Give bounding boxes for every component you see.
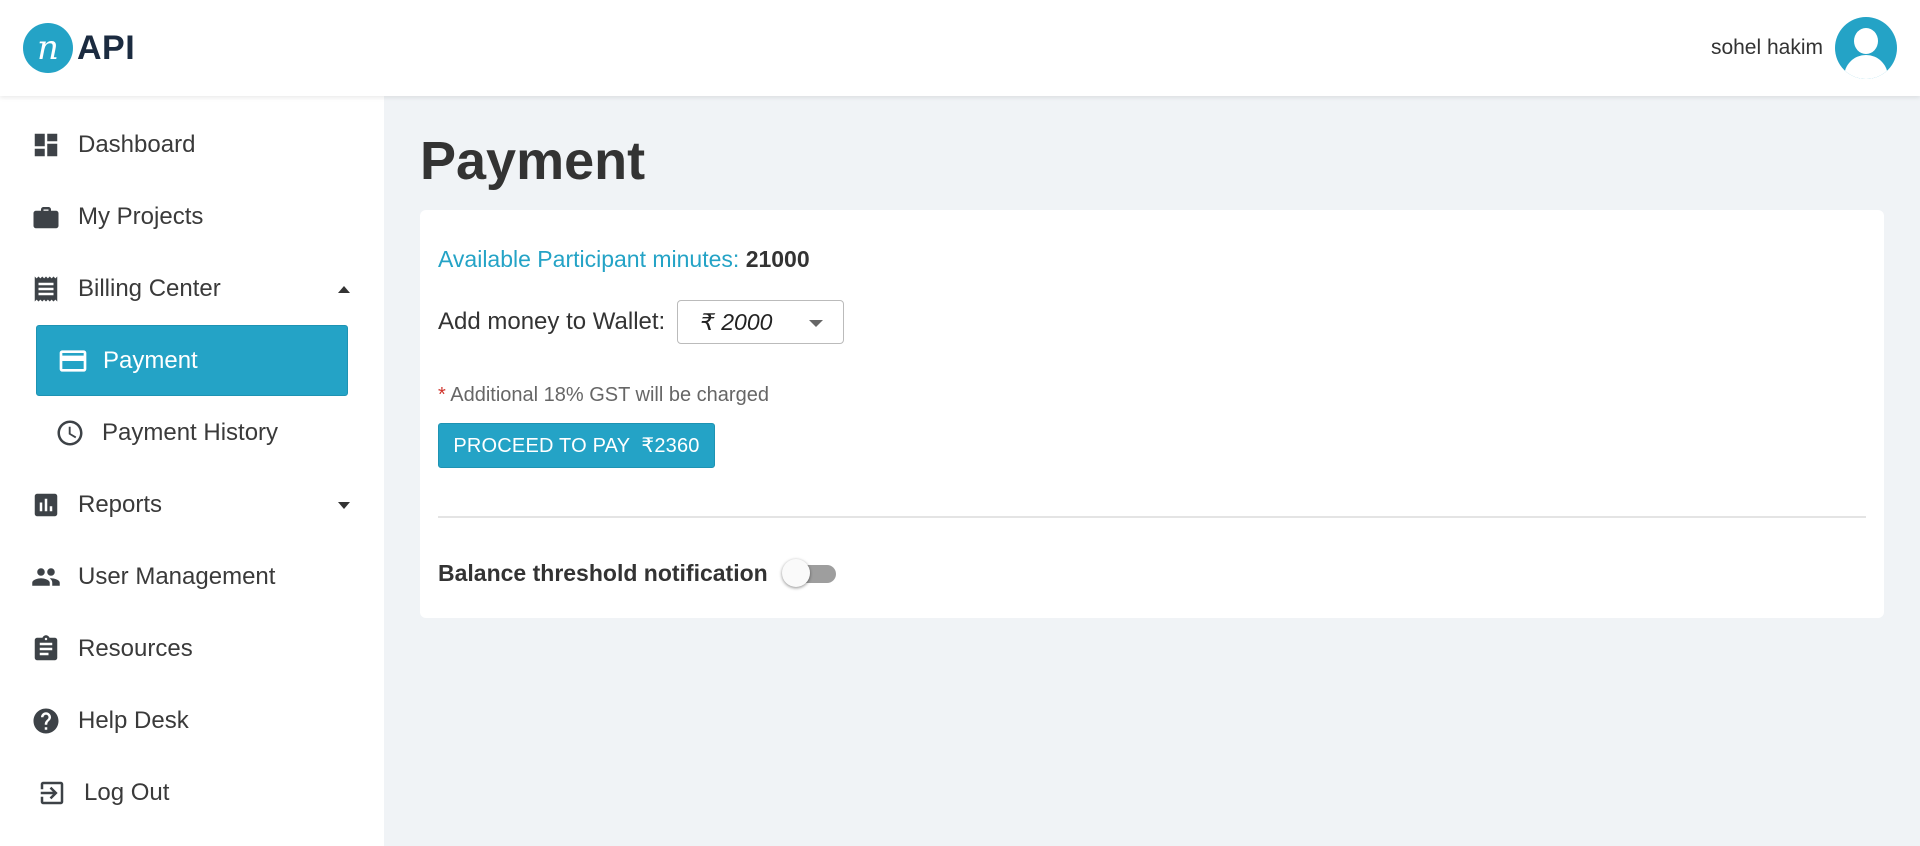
sidebar-item-user-management[interactable]: User Management — [30, 547, 275, 607]
sidebar-item-label: Reports — [78, 491, 163, 518]
avatar-body — [1844, 55, 1888, 79]
credit-card-icon — [59, 349, 87, 372]
logo[interactable]: n API — [23, 23, 135, 73]
sidebar-item-label: Help Desk — [78, 707, 189, 734]
wallet-amount-select[interactable]: ₹ 2000 — [677, 300, 845, 344]
clipboard-icon — [30, 633, 62, 665]
chevron-down-icon — [809, 320, 824, 327]
chevron-up-icon — [338, 285, 350, 293]
briefcase-icon — [30, 201, 62, 233]
sidebar-item-log-out[interactable]: Log Out — [36, 763, 169, 823]
wallet-row: Add money to Wallet: ₹ 2000 — [438, 300, 845, 344]
sidebar-item-label: Payment History — [102, 419, 279, 446]
gst-note-text: Additional 18% GST will be charged — [450, 384, 769, 406]
wallet-amount-value: ₹ 2000 — [700, 308, 773, 335]
help-icon — [30, 705, 62, 737]
available-minutes-label: Available Participant minutes: — [438, 246, 740, 272]
threshold-row: Balance threshold notification — [438, 558, 838, 588]
page-title: Payment — [420, 131, 646, 191]
sidebar-item-payment-history[interactable]: Payment History — [54, 403, 278, 463]
sidebar-item-label: Billing Center — [78, 275, 221, 302]
top-header: n API sohel hakim — [0, 0, 1920, 96]
sidebar-item-label: Dashboard — [78, 131, 196, 158]
proceed-to-pay-button[interactable]: PROCEED TO PAY ₹2360 — [438, 423, 715, 468]
chevron-down-icon — [338, 501, 350, 509]
threshold-label: Balance threshold notification — [438, 559, 768, 586]
sidebar: Dashboard My Projects Billing Center Pay… — [0, 96, 384, 846]
sidebar-item-resources[interactable]: Resources — [30, 619, 193, 679]
payment-card: Available Participant minutes: 21000 Add… — [420, 210, 1884, 618]
available-minutes-value: 21000 — [745, 246, 810, 272]
sidebar-item-my-projects[interactable]: My Projects — [30, 187, 203, 247]
sidebar-item-billing-center[interactable]: Billing Center — [30, 259, 350, 319]
sidebar-item-label: Log Out — [84, 779, 170, 806]
dashboard-icon — [30, 129, 62, 161]
threshold-toggle[interactable] — [781, 558, 838, 588]
avatar-head — [1854, 28, 1878, 54]
available-minutes: Available Participant minutes: 21000 — [438, 246, 810, 273]
bar-chart-icon — [30, 489, 62, 521]
sidebar-item-label: Payment — [103, 346, 198, 374]
sidebar-item-label: Resources — [78, 635, 193, 662]
logo-mark: n — [23, 23, 73, 73]
user-menu[interactable]: sohel hakim — [1711, 17, 1897, 79]
receipt-icon — [30, 273, 62, 305]
avatar[interactable] — [1835, 17, 1897, 79]
required-asterisk: * — [438, 384, 446, 406]
sidebar-item-help-desk[interactable]: Help Desk — [30, 691, 189, 751]
gst-note: * Additional 18% GST will be charged — [438, 384, 769, 407]
sidebar-item-payment[interactable]: Payment — [36, 325, 348, 396]
sidebar-item-label: User Management — [78, 563, 276, 590]
divider — [438, 516, 1866, 518]
user-name: sohel hakim — [1710, 36, 1823, 59]
clock-icon — [54, 417, 86, 449]
sidebar-item-dashboard[interactable]: Dashboard — [30, 115, 195, 175]
sidebar-item-reports[interactable]: Reports — [30, 475, 350, 535]
logout-icon — [36, 777, 68, 809]
wallet-label: Add money to Wallet: — [438, 308, 666, 335]
people-icon — [30, 561, 62, 593]
sidebar-item-label: My Projects — [78, 203, 204, 230]
logo-text: API — [77, 28, 136, 67]
toggle-knob — [781, 559, 810, 587]
